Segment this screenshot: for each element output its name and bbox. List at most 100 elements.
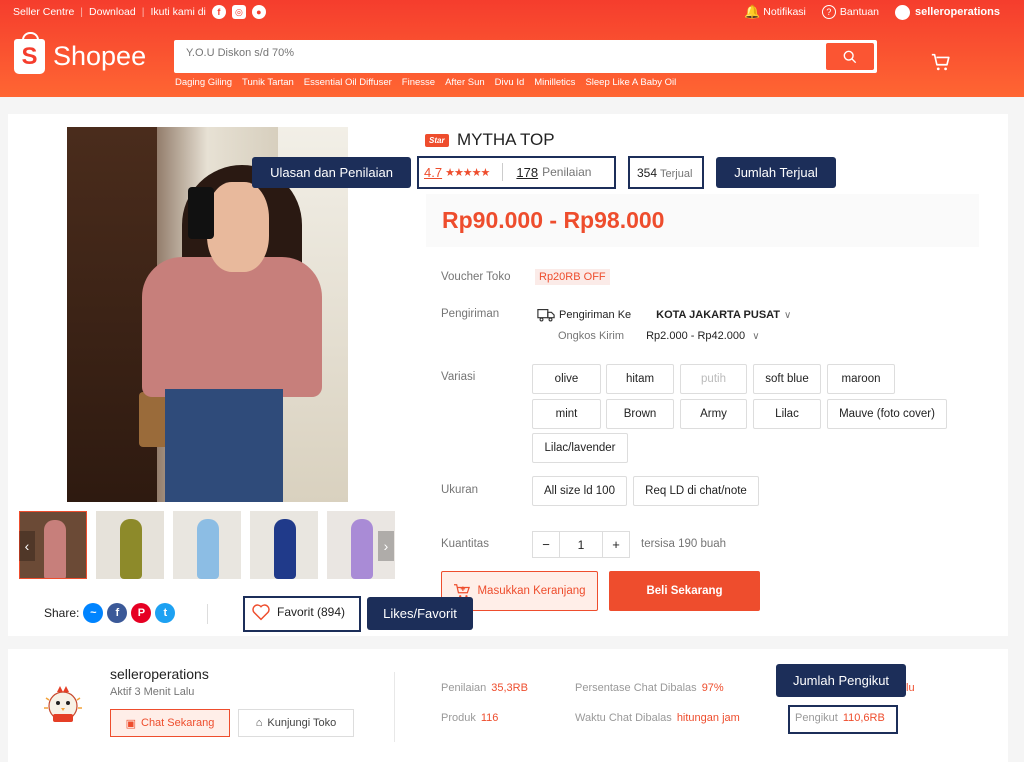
stat-label: Penilaian [441, 682, 487, 694]
qty-decrease-button[interactable]: − [533, 532, 559, 557]
qty-input[interactable]: 1 [559, 532, 603, 557]
annotation-box-sold [628, 156, 704, 189]
variation-option[interactable]: Lilac/lavender [532, 433, 628, 463]
quantity-stepper: − 1 + [532, 531, 630, 558]
annotation-label-likes: Likes/Favorit [367, 597, 473, 630]
thumb-figure [44, 520, 66, 578]
header-bar: Seller Centre | Download | Ikuti kami di… [0, 0, 1024, 97]
trending-keywords: Daging Giling Tunik Tartan Essential Oil… [175, 77, 676, 88]
ship-cost-label: Ongkos Kirim [558, 330, 625, 342]
variation-option[interactable]: maroon [827, 364, 895, 394]
variation-option[interactable]: olive [532, 364, 601, 394]
divider [207, 604, 208, 624]
facebook-icon[interactable]: f [107, 603, 128, 623]
keyword-link[interactable]: Divu Id [495, 77, 525, 88]
facebook-icon[interactable]: f [211, 5, 226, 19]
twitter-icon[interactable]: t [155, 603, 176, 623]
messenger-icon[interactable]: ~ [83, 603, 104, 623]
star-badge: Star [425, 134, 449, 147]
divider: | [80, 6, 84, 18]
variation-option-disabled: putih [680, 364, 747, 394]
thumb-figure [197, 519, 219, 579]
shop-name[interactable]: selleroperations [110, 666, 209, 682]
annotation-label-reviews: Ulasan dan Penilaian [252, 157, 411, 188]
stat-label: Waktu Chat Dibalas [575, 712, 672, 724]
keyword-link[interactable]: Sleep Like A Baby Oil [585, 77, 676, 88]
thumbnail[interactable] [173, 511, 241, 579]
account-menu[interactable]: selleroperations [895, 4, 1000, 20]
shop-products-stat: Produk 116 [441, 712, 498, 724]
search-bar [174, 40, 877, 73]
shop-chat-rate-stat: Persentase Chat Dibalas 97% [575, 682, 724, 694]
annotation-label-sold: Jumlah Terjual [716, 157, 836, 188]
avatar [895, 4, 911, 20]
keyword-link[interactable]: Minilletics [534, 77, 575, 88]
keyword-link[interactable]: Daging Giling [175, 77, 232, 88]
price-range: Rp90.000 - Rp98.000 [442, 207, 665, 233]
thumb-figure [351, 519, 373, 579]
add-to-cart-label: Masukkan Keranjang [477, 585, 586, 597]
annotation-box-followers [788, 705, 898, 734]
chat-now-button[interactable]: ▣ Chat Sekarang [110, 709, 230, 737]
thumbnail[interactable] [250, 511, 318, 579]
pinterest-icon[interactable]: P [131, 603, 152, 623]
variation-option[interactable]: mint [532, 399, 601, 429]
thumb-prev-button[interactable]: ‹ [19, 531, 35, 561]
keyword-link[interactable]: After Sun [445, 77, 485, 88]
line-icon[interactable]: ● [251, 5, 266, 19]
stat-value: 97% [701, 682, 724, 694]
variation-option[interactable]: hitam [606, 364, 674, 394]
notification-link[interactable]: 🔔 Notifikasi [744, 4, 806, 20]
chat-now-label: Chat Sekarang [141, 717, 215, 729]
visit-shop-button[interactable]: ⌂ Kunjungi Toko [238, 709, 354, 737]
size-option[interactable]: All size ld 100 [532, 476, 627, 506]
keyword-link[interactable]: Tunik Tartan [242, 77, 294, 88]
search-input[interactable] [186, 47, 786, 59]
keyword-link[interactable]: Finesse [402, 77, 435, 88]
shipping-cost[interactable]: Ongkos Kirim Rp2.000 - Rp42.000 ∨ [558, 330, 760, 342]
stock-text: tersisa 190 buah [641, 538, 727, 550]
thumb-next-button[interactable]: › [378, 531, 394, 561]
help-link[interactable]: ? Bantuan [821, 5, 880, 19]
store-icon: ⌂ [255, 717, 263, 729]
product-title: MYTHA TOP [457, 130, 555, 149]
qty-increase-button[interactable]: + [603, 532, 629, 557]
variation-option[interactable]: soft blue [753, 364, 821, 394]
thumbnail[interactable] [96, 511, 164, 579]
share-label: Share: [44, 606, 80, 620]
shopee-logo[interactable]: S Shopee [14, 32, 146, 74]
stat-label: Persentase Chat Dibalas [575, 682, 697, 694]
variation-label: Variasi [441, 371, 476, 383]
variation-option[interactable]: Lilac [753, 399, 821, 429]
chat-icon: ▣ [125, 717, 136, 730]
keyword-link[interactable]: Essential Oil Diffuser [304, 77, 392, 88]
shipping-destination[interactable]: Pengiriman Ke KOTA JAKARTA PUSAT ∨ [537, 307, 791, 323]
cart-icon[interactable] [930, 51, 952, 73]
variation-option[interactable]: Brown [606, 399, 674, 429]
download-link[interactable]: Download [89, 6, 136, 18]
divider: | [141, 6, 145, 18]
thumb-figure [274, 519, 296, 579]
size-option[interactable]: Req LD di chat/note [633, 476, 759, 506]
variation-option[interactable]: Army [680, 399, 747, 429]
seller-centre-link[interactable]: Seller Centre [13, 6, 74, 18]
search-button[interactable] [826, 43, 874, 70]
instagram-icon[interactable]: ◎ [231, 5, 246, 19]
annotation-box-reviews [417, 156, 616, 189]
ship-cost-value: Rp2.000 - Rp42.000 [646, 330, 746, 342]
stat-value: 35,3RB [491, 682, 528, 694]
search-icon [843, 50, 857, 63]
help-label: Bantuan [839, 6, 880, 18]
shop-active-status: Aktif 3 Menit Lalu [110, 686, 195, 698]
follow-label: Ikuti kami di [150, 6, 206, 18]
buy-now-button[interactable]: Beli Sekarang [609, 571, 760, 611]
image-phone [188, 187, 214, 239]
quantity-label: Kuantitas [441, 538, 489, 550]
variation-option[interactable]: Mauve (foto cover) [827, 399, 947, 429]
shop-avatar[interactable] [35, 675, 90, 730]
chicken-mascot-icon [43, 685, 82, 722]
annotation-label-followers: Jumlah Pengikut [776, 664, 906, 697]
size-label: Ukuran [441, 484, 479, 496]
image-blouse [142, 257, 322, 397]
voucher-tag[interactable]: Rp20RB OFF [535, 269, 610, 285]
